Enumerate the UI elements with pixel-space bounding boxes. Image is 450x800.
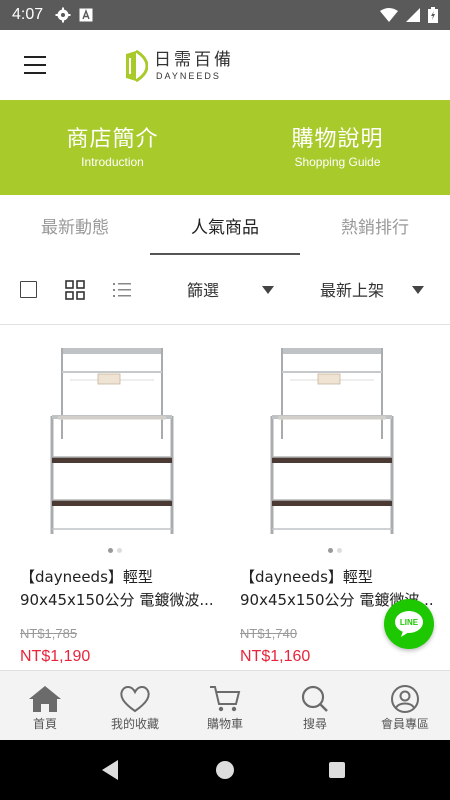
sort-dropdown[interactable]: 最新上架 xyxy=(320,277,384,301)
nav-label-home: 首頁 xyxy=(32,717,57,731)
hamburger-menu-button[interactable] xyxy=(18,50,52,80)
carousel-dot[interactable] xyxy=(117,548,122,553)
category-tabs: 最新動態 人氣商品 熱銷排行 xyxy=(0,195,450,255)
image-carousel-dots xyxy=(240,548,430,553)
product-image[interactable] xyxy=(20,344,210,544)
product-title-line2[interactable]: 90x45x150公分 電鍍微波... xyxy=(20,589,220,612)
shopping-guide-title: 購物說明 xyxy=(291,126,384,152)
brand-logo[interactable]: 日需百備 DAYNEEDS xyxy=(124,46,234,86)
store-intro-title: 商店簡介 xyxy=(66,126,159,152)
battery-icon xyxy=(428,7,438,23)
sale-price: NT$1,190 xyxy=(20,648,91,665)
filter-dropdown[interactable]: 篩選 xyxy=(187,277,219,301)
menu-line-icon xyxy=(24,72,46,74)
home-icon xyxy=(29,686,61,712)
logo-english-name: DAYNEEDS xyxy=(156,71,221,81)
cart-icon xyxy=(210,686,241,712)
product-toolbar: 篩選 最新上架 xyxy=(0,255,450,325)
recent-apps-icon[interactable] xyxy=(329,762,345,778)
original-price: NT$1,785 xyxy=(20,626,78,641)
menu-line-icon xyxy=(24,64,46,66)
product-image[interactable] xyxy=(240,344,430,544)
android-nav-bar xyxy=(0,740,450,800)
settings-icon xyxy=(55,7,71,23)
nav-member[interactable]: 會員專區 xyxy=(360,671,450,740)
wifi-icon xyxy=(380,8,398,22)
product-grid: 【dayneeds】輕型 90x45x150公分 電鍍微波... NT$1,78… xyxy=(0,326,450,671)
user-icon xyxy=(391,685,419,713)
app-root: 4:07 日需百備 DAYNEEDS 商店簡介 Introduction 購物說… xyxy=(0,0,450,800)
original-price: NT$1,740 xyxy=(240,626,298,641)
heart-icon xyxy=(120,686,150,713)
list-view-icon[interactable] xyxy=(112,281,132,299)
status-bar: 4:07 xyxy=(0,0,450,30)
nav-favorites[interactable]: 我的收藏 xyxy=(90,671,180,740)
status-icons-right xyxy=(380,7,438,23)
logo-mark-icon xyxy=(126,50,148,82)
sale-price: NT$1,160 xyxy=(240,648,311,665)
sort-caret-icon[interactable] xyxy=(412,286,424,294)
product-title-line1[interactable]: 【dayneeds】輕型 xyxy=(20,566,220,589)
grid-view-icon[interactable] xyxy=(65,280,85,300)
nav-label-favorites: 我的收藏 xyxy=(110,717,159,731)
status-icons-left xyxy=(55,7,93,23)
shopping-guide-subtitle: Shopping Guide xyxy=(294,154,381,169)
nav-label-search: 搜尋 xyxy=(302,717,327,731)
product-title-line1[interactable]: 【dayneeds】輕型 xyxy=(240,566,440,589)
nav-home[interactable]: 首頁 xyxy=(0,671,90,740)
bottom-navigation: 首頁 我的收藏 購物車 搜尋 會員專區 xyxy=(0,670,450,740)
line-label: LINE xyxy=(400,618,419,627)
store-intro-link[interactable]: 商店簡介 Introduction xyxy=(0,100,225,195)
store-intro-subtitle: Introduction xyxy=(81,154,144,169)
search-icon xyxy=(301,685,328,712)
status-time: 4:07 xyxy=(12,6,44,23)
carousel-dot[interactable] xyxy=(337,548,342,553)
image-carousel-dots xyxy=(20,548,210,553)
cell-signal-icon xyxy=(406,8,420,22)
product-card[interactable]: 【dayneeds】輕型 90x45x150公分 電鍍微波... NT$1,78… xyxy=(20,326,230,671)
app-header: 日需百備 DAYNEEDS xyxy=(0,30,450,100)
carousel-dot-active[interactable] xyxy=(328,548,333,553)
back-icon[interactable] xyxy=(102,760,118,780)
line-chat-icon: LINE xyxy=(395,611,423,637)
tab-popular-products[interactable]: 人氣商品 xyxy=(150,195,300,255)
filter-caret-icon[interactable] xyxy=(262,286,274,294)
select-all-checkbox[interactable] xyxy=(20,281,37,298)
tab-latest-news[interactable]: 最新動態 xyxy=(0,195,150,255)
a-notification-icon xyxy=(79,8,93,22)
logo-text: 日需百備 DAYNEEDS xyxy=(154,50,234,82)
nav-label-member: 會員專區 xyxy=(380,717,429,731)
logo-chinese-name: 日需百備 xyxy=(154,50,234,70)
nav-cart[interactable]: 購物車 xyxy=(180,671,270,740)
shopping-guide-link[interactable]: 購物說明 Shopping Guide xyxy=(225,100,450,195)
nav-search[interactable]: 搜尋 xyxy=(270,671,360,740)
nav-label-cart: 購物車 xyxy=(206,717,243,731)
menu-line-icon xyxy=(24,56,46,58)
info-banner: 商店簡介 Introduction 購物說明 Shopping Guide xyxy=(0,100,450,195)
carousel-dot-active[interactable] xyxy=(108,548,113,553)
home-circle-icon[interactable] xyxy=(216,761,234,779)
tab-best-sellers[interactable]: 熱銷排行 xyxy=(300,195,450,255)
line-chat-button[interactable]: LINE xyxy=(384,599,434,649)
